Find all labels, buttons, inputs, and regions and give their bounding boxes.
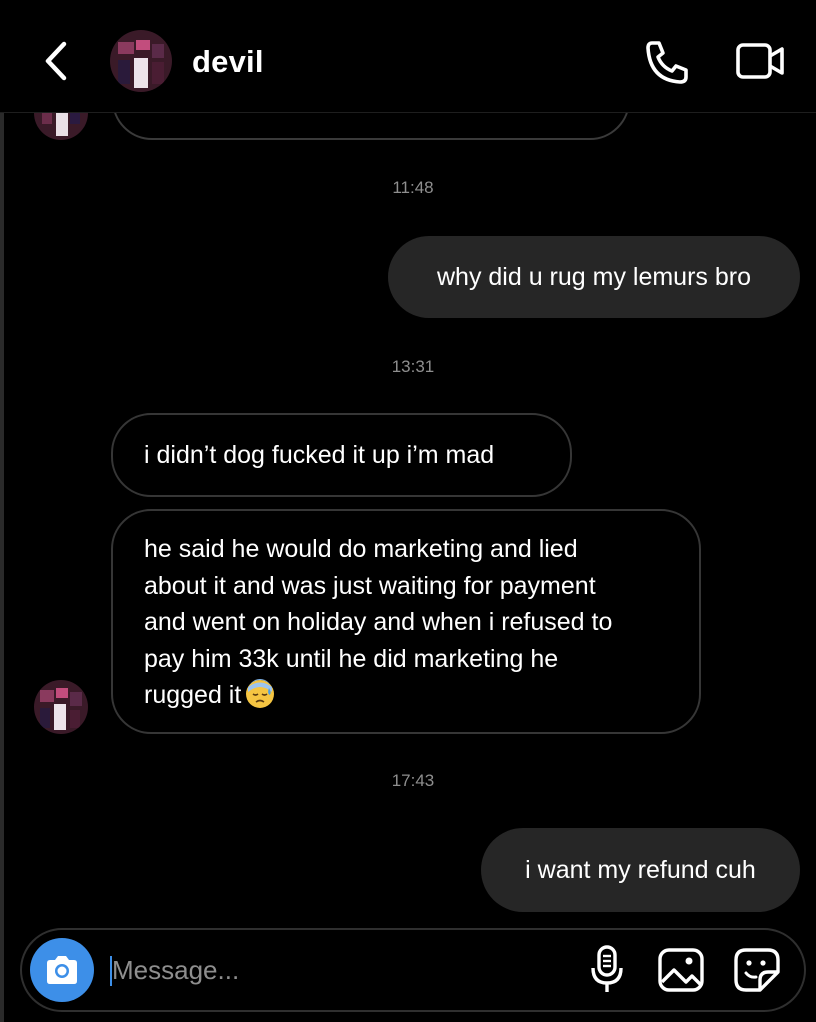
message-thread[interactable]: 11:48 why did u rug my lemurs bro 13:31 …	[0, 0, 816, 1022]
message-bubble-incoming[interactable]: he said he would do marketing and lied a…	[111, 509, 701, 734]
message-bubble-incoming[interactable]: i didn’t dog fucked it up i’m mad	[111, 413, 572, 497]
timestamp: 17:43	[391, 771, 435, 790]
video-call-button[interactable]	[734, 38, 788, 84]
camera-button[interactable]	[30, 938, 94, 1002]
microphone-icon	[591, 945, 623, 992]
voice-message-button[interactable]	[588, 944, 626, 996]
timestamp: 13:31	[391, 357, 435, 376]
avatar[interactable]	[34, 680, 88, 734]
contact-name[interactable]: devil	[192, 44, 264, 80]
message-text: i want my refund cuh	[525, 855, 756, 884]
sticker-icon	[734, 948, 780, 992]
call-button[interactable]	[642, 38, 692, 86]
message-input[interactable]	[112, 946, 572, 994]
downcast-face-with-sweat-emoji	[245, 679, 275, 709]
message-text: why did u rug my lemurs bro	[436, 262, 751, 291]
message-composer	[20, 928, 806, 1012]
timestamp: 11:48	[392, 178, 434, 197]
gallery-button[interactable]	[656, 946, 706, 994]
message-bubble-outgoing[interactable]: why did u rug my lemurs bro	[388, 236, 800, 318]
camera-icon	[47, 956, 77, 984]
sticker-button[interactable]	[732, 946, 782, 994]
phone-icon	[646, 41, 688, 84]
chevron-left-icon	[45, 41, 67, 81]
video-camera-icon	[736, 43, 784, 79]
chat-header: devil	[0, 0, 816, 113]
back-button[interactable]	[38, 38, 78, 84]
contact-avatar[interactable]	[110, 30, 172, 92]
message-bubble-outgoing[interactable]: i want my refund cuh	[481, 828, 800, 912]
message-text: he said he would do marketing and lied a…	[144, 535, 613, 709]
gallery-icon	[658, 948, 704, 992]
message-text: i didn’t dog fucked it up i’m mad	[144, 440, 495, 469]
